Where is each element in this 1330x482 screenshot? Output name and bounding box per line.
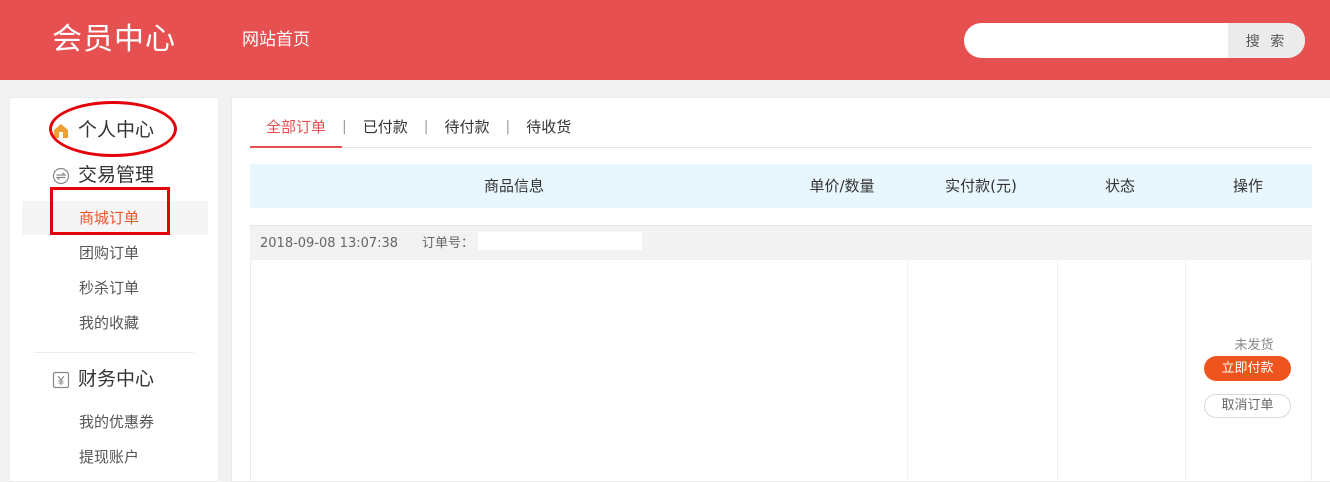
sidebar-item-coupons[interactable]: 我的优惠券 — [22, 405, 208, 439]
column-divider — [1185, 260, 1186, 482]
order-header-row: 2018-09-08 13:07:38 订单号： — [250, 225, 1312, 260]
column-header-actions: 操作 — [1232, 177, 1263, 195]
top-header: 会员中心 网站首页 搜 索 — [0, 0, 1330, 80]
sidebar-divider — [34, 352, 194, 353]
order-status: 未发货 — [1234, 338, 1274, 353]
site-logo[interactable]: 会员中心 — [52, 20, 176, 60]
order-table-header: 商品信息 单价/数量 实付款(元) 状态 操作 — [250, 164, 1312, 208]
sidebar-item-favorites[interactable]: 我的收藏 — [22, 306, 208, 340]
tab-paid[interactable]: 已付款 — [347, 112, 424, 148]
order-number-redacted — [478, 232, 642, 250]
sidebar-section-trade-management[interactable]: 交易管理 — [52, 162, 154, 188]
sidebar-item-withdraw-account[interactable]: 提现账户 — [22, 440, 208, 474]
yuan-icon — [52, 370, 70, 389]
order-tabs: 全部订单 | 已付款 | 待付款 | 待收货 — [250, 112, 1312, 148]
order-number-label: 订单号： — [422, 236, 475, 251]
column-header-status: 状态 — [1104, 177, 1135, 195]
tab-pending-receipt[interactable]: 待收货 — [510, 112, 587, 148]
home-icon — [52, 121, 70, 139]
pay-now-button[interactable]: 立即付款 — [1204, 356, 1291, 381]
order-row: 未发货 立即付款 取消订单 — [250, 260, 1312, 482]
main-content: 全部订单 | 已付款 | 待付款 | 待收货 商品信息 单价/数量 实付款(元)… — [231, 97, 1330, 482]
sidebar: 个人中心 交易管理 商城订单 团购订单 秒杀订单 我的收藏 财务中心 我的优惠券… — [9, 97, 219, 482]
column-header-paid-amount: 实付款(元) — [945, 177, 1017, 195]
sidebar-section-label: 财务中心 — [78, 368, 155, 390]
exchange-icon — [52, 166, 70, 185]
column-divider — [1057, 260, 1058, 482]
home-link[interactable]: 网站首页 — [242, 28, 310, 52]
tab-all-orders[interactable]: 全部订单 — [250, 112, 343, 148]
sidebar-section-finance-center[interactable]: 财务中心 — [52, 366, 154, 392]
sidebar-section-label: 交易管理 — [78, 164, 155, 186]
sidebar-item-group-orders[interactable]: 团购订单 — [22, 236, 208, 270]
search-box: 搜 索 — [964, 23, 1305, 58]
search-button[interactable]: 搜 索 — [1228, 23, 1305, 58]
column-header-price-qty: 单价/数量 — [809, 177, 875, 195]
sidebar-item-mall-orders[interactable]: 商城订单 — [22, 201, 208, 235]
column-header-product: 商品信息 — [483, 177, 544, 195]
cancel-order-button[interactable]: 取消订单 — [1204, 394, 1291, 418]
tab-pending-payment[interactable]: 待付款 — [428, 112, 505, 148]
order-time: 2018-09-08 13:07:38 — [260, 236, 399, 251]
search-input[interactable] — [964, 23, 1228, 58]
sidebar-section-personal-center[interactable]: 个人中心 — [52, 117, 154, 143]
sidebar-item-flash-sale-orders[interactable]: 秒杀订单 — [22, 271, 208, 305]
sidebar-section-label: 个人中心 — [78, 119, 155, 141]
column-divider — [907, 260, 908, 482]
